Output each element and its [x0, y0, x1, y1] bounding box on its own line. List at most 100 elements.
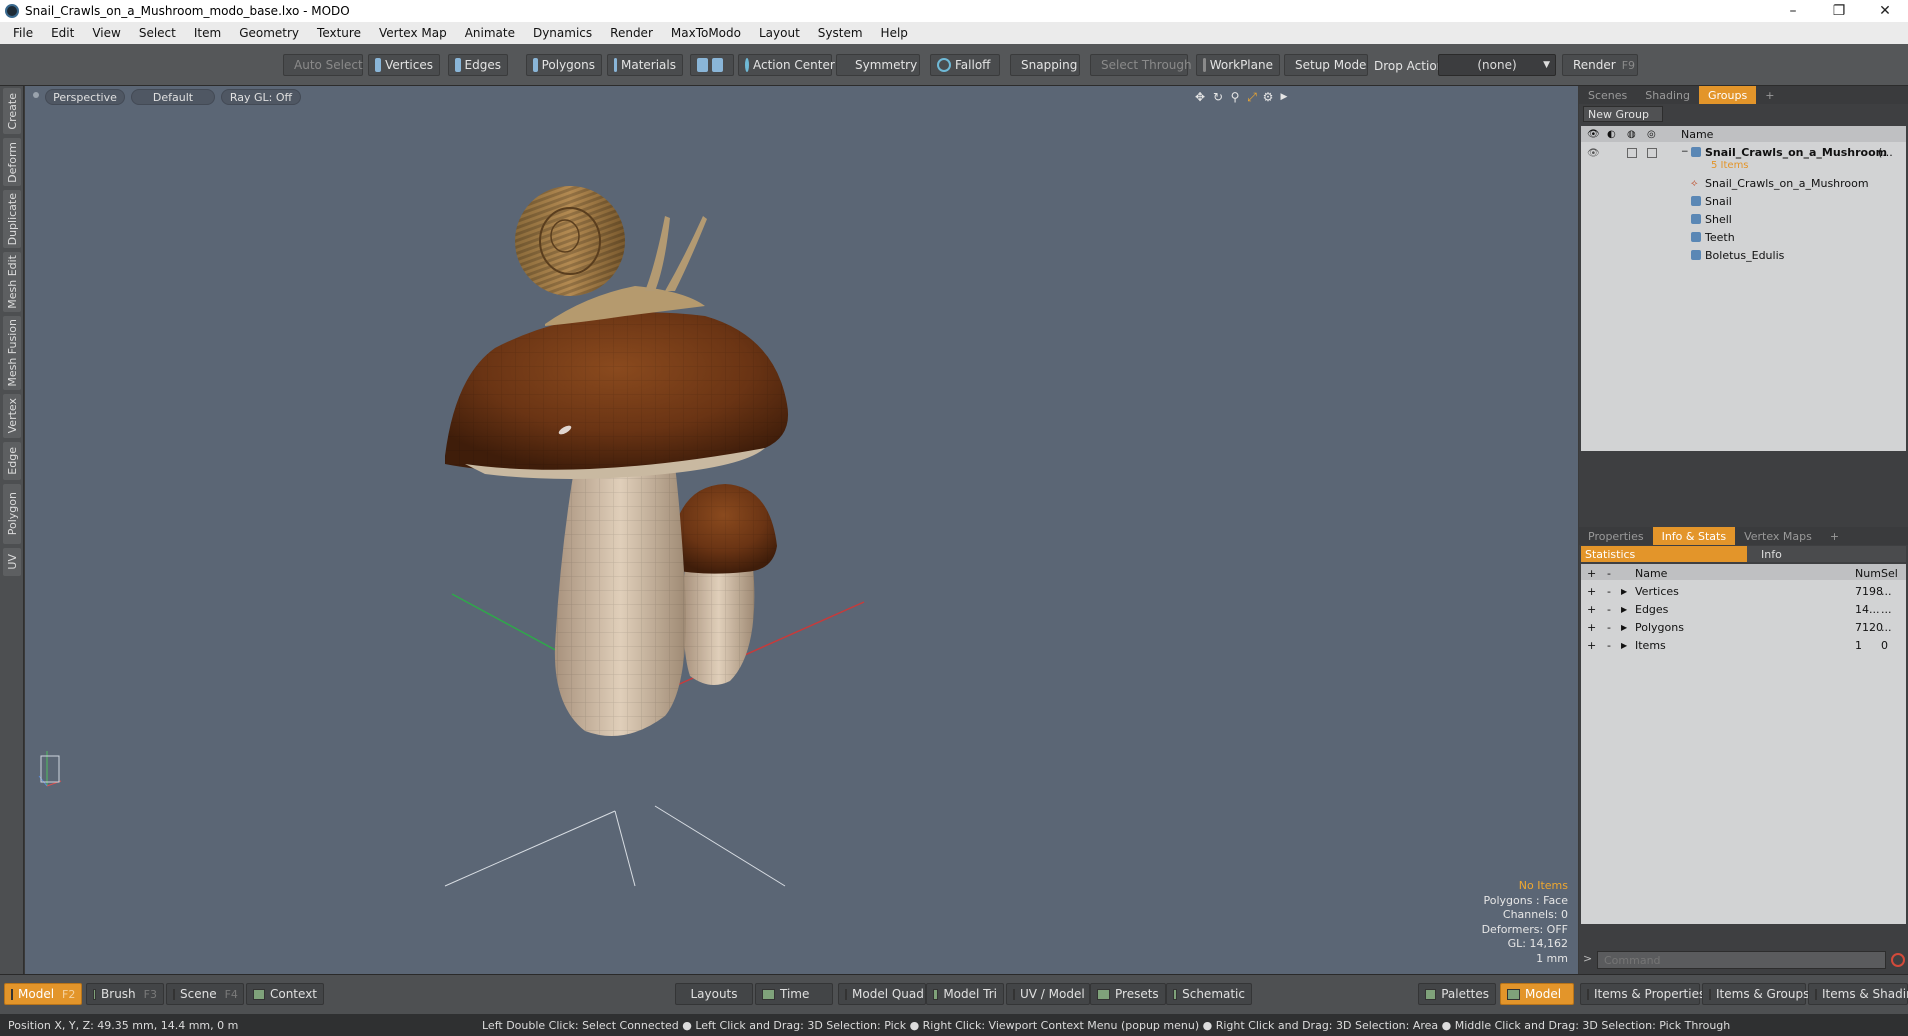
model-tri-button[interactable]: Model Tri: [926, 983, 1004, 1005]
tree-item[interactable]: Teeth: [1581, 228, 1906, 246]
subtab-statistics[interactable]: Statistics: [1581, 546, 1747, 562]
items-properties-button[interactable]: Items & Properties: [1580, 983, 1705, 1005]
stats-row[interactable]: + - ▶ Edges 14... ...: [1581, 600, 1906, 618]
group-row[interactable]: 👁 − Snail_Crawls_on_a_Mushroom (... 5 It…: [1581, 144, 1906, 172]
model-layout-button[interactable]: Model: [1500, 983, 1574, 1005]
3d-viewport[interactable]: Perspective Default Ray GL: Off ✥ ↻ ⚲ ⤢ …: [25, 86, 1578, 974]
context-mode-button[interactable]: Context: [246, 983, 324, 1005]
tab-properties[interactable]: Properties: [1579, 527, 1653, 545]
auto-select-button[interactable]: Auto Select: [283, 54, 363, 76]
command-input[interactable]: [1597, 951, 1886, 969]
command-stop-icon[interactable]: [1891, 953, 1905, 967]
edges-button[interactable]: Edges: [448, 54, 508, 76]
schematic-button[interactable]: Schematic: [1166, 983, 1252, 1005]
tab-polygon[interactable]: Polygon: [3, 484, 21, 544]
tab-info-stats[interactable]: Info & Stats: [1652, 527, 1736, 545]
menu-edit[interactable]: Edit: [42, 26, 83, 40]
tab-deform[interactable]: Deform: [3, 138, 21, 186]
tab-vertex-maps[interactable]: Vertex Maps: [1735, 527, 1821, 545]
vertices-button[interactable]: Vertices: [368, 54, 440, 76]
tree-item[interactable]: Boletus_Edulis: [1581, 246, 1906, 264]
expand-arrow-icon[interactable]: ▶: [1621, 582, 1627, 600]
add-icon[interactable]: +: [1587, 636, 1596, 654]
uv-model-button[interactable]: UV / Model: [1006, 983, 1090, 1005]
tab-duplicate[interactable]: Duplicate: [3, 190, 21, 248]
time-button[interactable]: Time: [755, 983, 833, 1005]
tab-scenes[interactable]: Scenes: [1579, 86, 1636, 104]
tab-create[interactable]: Create: [3, 88, 21, 134]
tab-edge[interactable]: Edge: [3, 442, 21, 480]
menu-layout[interactable]: Layout: [750, 26, 809, 40]
expand-arrow-icon[interactable]: ▶: [1621, 636, 1627, 654]
palettes-button[interactable]: Palettes: [1418, 983, 1496, 1005]
lock-icon[interactable]: ◍: [1627, 129, 1636, 140]
menu-item[interactable]: Item: [185, 26, 230, 40]
menu-system[interactable]: System: [809, 26, 872, 40]
eye-icon[interactable]: 👁: [1587, 129, 1600, 140]
menu-help[interactable]: Help: [872, 26, 917, 40]
remove-icon[interactable]: -: [1607, 618, 1611, 636]
items-groups-button[interactable]: Items & Groups: [1702, 983, 1809, 1005]
layouts-button[interactable]: Layouts: [675, 983, 753, 1005]
menu-view[interactable]: View: [83, 26, 129, 40]
stats-row[interactable]: + - ▶ Items 1 0: [1581, 636, 1906, 654]
add-tab-icon[interactable]: +: [1756, 86, 1783, 104]
tab-vertex[interactable]: Vertex: [3, 394, 21, 438]
stats-row[interactable]: + - ▶ Polygons 7120 ...: [1581, 618, 1906, 636]
remove-icon[interactable]: -: [1607, 582, 1611, 600]
select-through-button[interactable]: Select Through: [1090, 54, 1192, 76]
menu-texture[interactable]: Texture: [308, 26, 370, 40]
polygons-button[interactable]: Polygons: [526, 54, 602, 76]
lock-checkbox[interactable]: [1627, 148, 1637, 158]
selection-sets-button[interactable]: [690, 54, 734, 76]
select-checkbox[interactable]: [1647, 148, 1657, 158]
add-tab-icon[interactable]: +: [1821, 527, 1848, 545]
expand-arrow-icon[interactable]: ▶: [1621, 618, 1627, 636]
presets-button[interactable]: Presets: [1090, 983, 1166, 1005]
render-button[interactable]: Render F9: [1562, 54, 1638, 76]
menu-file[interactable]: File: [4, 26, 42, 40]
tree-item[interactable]: Snail: [1581, 192, 1906, 210]
action-center-button[interactable]: Action Center: [738, 54, 835, 76]
brush-mode-button[interactable]: Brush F3: [86, 983, 164, 1005]
drop-action-select[interactable]: (none) ▼: [1438, 54, 1556, 76]
subtab-info[interactable]: Info: [1747, 546, 1906, 562]
stats-row[interactable]: + - ▶ Vertices 7198 ...: [1581, 582, 1906, 600]
visibility-eye-icon[interactable]: 👁: [1587, 148, 1600, 159]
menu-animate[interactable]: Animate: [456, 26, 524, 40]
tree-item[interactable]: Shell: [1581, 210, 1906, 228]
tree-item[interactable]: ⟡ Snail_Crawls_on_a_Mushroom: [1581, 174, 1906, 192]
menu-render[interactable]: Render: [601, 26, 662, 40]
falloff-button[interactable]: Falloff: [930, 54, 1000, 76]
workplane-button[interactable]: WorkPlane: [1196, 54, 1280, 76]
tab-mesh-fusion[interactable]: Mesh Fusion: [3, 316, 21, 390]
collapse-icon[interactable]: −: [1681, 147, 1689, 157]
scene-mode-button[interactable]: Scene F4: [166, 983, 244, 1005]
select-toggle-icon[interactable]: ◎: [1647, 129, 1656, 140]
tab-shading[interactable]: Shading: [1636, 86, 1699, 104]
expand-arrow-icon[interactable]: ▶: [1621, 600, 1627, 618]
model-quad-button[interactable]: Model Quad: [838, 983, 926, 1005]
tab-uv[interactable]: UV: [3, 548, 21, 576]
minimize-button[interactable]: –: [1770, 0, 1816, 22]
setup-mode-button[interactable]: Setup Mode: [1284, 54, 1368, 76]
new-group-button[interactable]: New Group: [1583, 106, 1663, 122]
menu-vertex-map[interactable]: Vertex Map: [370, 26, 456, 40]
tab-groups[interactable]: Groups: [1698, 86, 1757, 104]
add-icon[interactable]: +: [1587, 618, 1596, 636]
menu-dynamics[interactable]: Dynamics: [524, 26, 601, 40]
add-icon[interactable]: +: [1587, 600, 1596, 618]
close-button[interactable]: ✕: [1862, 0, 1908, 22]
add-icon[interactable]: +: [1587, 582, 1596, 600]
menu-geometry[interactable]: Geometry: [230, 26, 308, 40]
menu-maxtomodo[interactable]: MaxToModo: [662, 26, 750, 40]
items-shading-button[interactable]: Items & Shading: [1808, 983, 1908, 1005]
materials-button[interactable]: Materials: [607, 54, 683, 76]
render-toggle-icon[interactable]: ◐: [1607, 129, 1616, 140]
remove-icon[interactable]: -: [1607, 636, 1611, 654]
model-mode-button[interactable]: Model F2: [4, 983, 82, 1005]
remove-icon[interactable]: -: [1607, 600, 1611, 618]
expand-all-icon[interactable]: +: [1587, 564, 1596, 582]
collapse-all-icon[interactable]: -: [1607, 564, 1611, 582]
restore-button[interactable]: ❐: [1816, 0, 1862, 22]
